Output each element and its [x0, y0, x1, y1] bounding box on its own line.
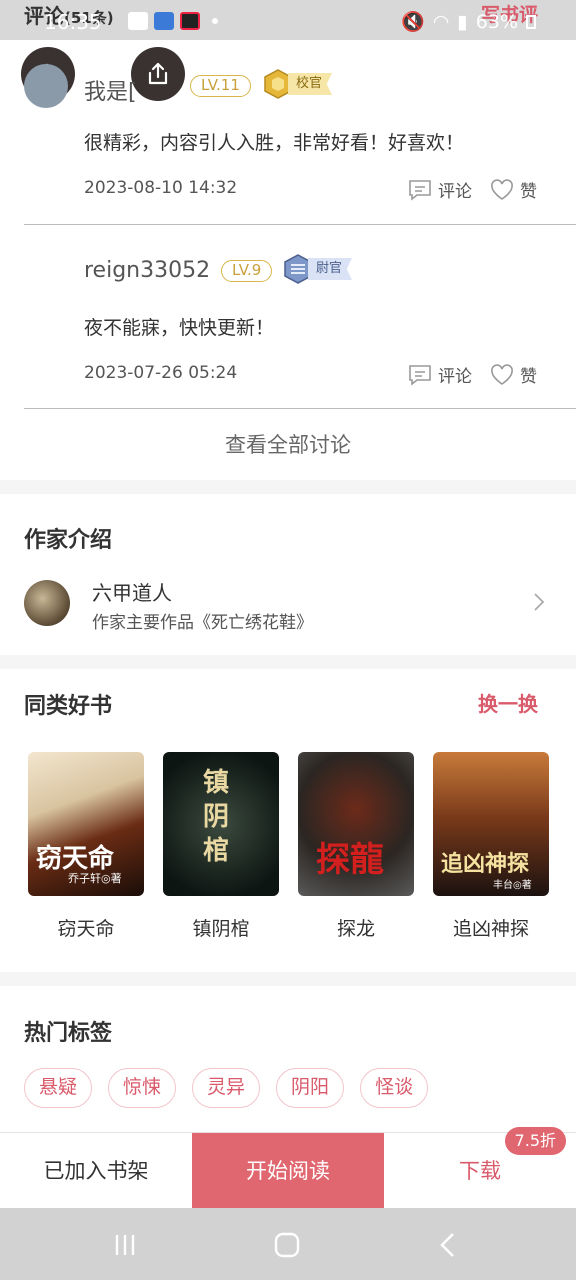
back-nav-icon[interactable]	[436, 1231, 460, 1259]
cover-title: 探龍	[316, 840, 384, 880]
video-notification-icon	[180, 12, 200, 30]
rank-label: 校官	[288, 73, 333, 95]
rank-label: 尉官	[308, 258, 353, 280]
battery-icon	[526, 14, 536, 29]
recent-apps-icon[interactable]	[112, 1232, 138, 1258]
level-badge: LV.9	[221, 260, 273, 282]
author-works: 作家主要作品《死亡绣花鞋》	[92, 613, 313, 633]
download-label: 下载	[459, 1159, 501, 1183]
comment-text: 夜不能寐，快快更新！	[84, 317, 275, 339]
cover-author: 丰台◎著	[493, 880, 532, 891]
book-title: 镇阴棺	[192, 918, 250, 940]
section-gap	[0, 480, 576, 494]
heart-icon	[491, 178, 513, 200]
author-avatar	[24, 580, 70, 626]
hot-tags-title: 热门标签	[24, 1021, 113, 1046]
book-card[interactable]: 探龍 探龙	[298, 752, 414, 941]
battery-level: 63%	[475, 10, 518, 33]
app-notification-icon	[154, 12, 174, 30]
divider	[24, 408, 576, 409]
like-button[interactable]: 赞	[490, 177, 537, 202]
book-cover: 窃天命 乔子轩◎著	[28, 752, 144, 896]
status-bar: 评论(51条) 写书评 16:35 🔇 ◠ ▮ 63%	[0, 0, 576, 40]
section-gap	[0, 655, 576, 669]
book-cover: 探龍	[298, 752, 414, 896]
notification-icons	[128, 12, 218, 30]
like-button[interactable]: 赞	[490, 362, 537, 387]
mute-icon: 🔇	[401, 11, 425, 33]
status-time: 16:35	[44, 10, 102, 34]
share-icon	[148, 62, 168, 85]
section-gap	[0, 972, 576, 986]
comment-username[interactable]: reign33052	[84, 258, 210, 283]
book-cover: 追凶神探 丰台◎著	[433, 752, 549, 896]
status-right: 🔇 ◠ ▮ 63%	[401, 10, 536, 33]
book-card[interactable]: 窃天命 乔子轩◎著 窃天命	[28, 752, 144, 941]
gallery-icon	[128, 12, 148, 30]
reply-button[interactable]: 评论	[408, 177, 472, 202]
author-section-title: 作家介绍	[24, 528, 113, 553]
bottom-action-bar: 已加入书架 开始阅读 下载 7.5折	[0, 1127, 576, 1209]
reply-label: 评论	[438, 182, 472, 202]
start-reading-button[interactable]: 开始阅读	[192, 1133, 384, 1209]
comment-username[interactable]: 我是[	[84, 74, 137, 106]
book-cover: 镇阴棺	[163, 752, 279, 896]
rank-badge: 校官	[262, 69, 333, 99]
chevron-right-icon	[534, 593, 545, 611]
book-title: 窃天命	[57, 918, 115, 940]
reply-label: 评论	[438, 367, 472, 387]
cover-author: 乔子轩◎著	[68, 872, 122, 885]
swap-button[interactable]: 换一换	[478, 688, 538, 717]
book-title: 探龙	[336, 918, 375, 940]
comment-icon	[409, 364, 431, 386]
like-label: 赞	[520, 367, 537, 387]
reply-button[interactable]: 评论	[408, 362, 472, 387]
added-to-shelf-button[interactable]: 已加入书架	[0, 1133, 192, 1209]
similar-books-title: 同类好书	[24, 694, 113, 719]
heart-icon	[491, 363, 513, 385]
home-icon[interactable]	[273, 1231, 301, 1259]
system-nav-bar	[0, 1208, 576, 1280]
comment-text: 很精彩，内容引人入胜，非常好看！好喜欢！	[84, 132, 465, 154]
dot-icon	[212, 18, 218, 24]
book-card[interactable]: 镇阴棺 镇阴棺	[163, 752, 279, 941]
tag-pill[interactable]: 惊悚	[108, 1068, 177, 1108]
author-name: 六甲道人	[92, 581, 172, 605]
wifi-icon: ◠	[432, 10, 450, 33]
like-label: 赞	[520, 182, 537, 202]
rank-badge: 尉官	[282, 254, 353, 284]
signal-icon: ▮	[457, 10, 468, 33]
share-button[interactable]	[131, 47, 185, 101]
comment-icon	[409, 179, 431, 201]
level-badge: LV.11	[190, 75, 251, 97]
book-card[interactable]: 追凶神探 丰台◎著 追凶神探	[433, 752, 549, 941]
tag-pill[interactable]: 阴阳	[276, 1068, 345, 1108]
comment-time: 2023-07-26 05:24	[84, 363, 238, 383]
discount-badge: 7.5折	[504, 1127, 566, 1155]
view-all-discussions-button[interactable]: 查看全部讨论	[0, 410, 576, 480]
tag-list: 悬疑 惊悚 灵异 阴阳 怪谈	[24, 1068, 429, 1108]
tag-pill[interactable]: 悬疑	[24, 1068, 93, 1108]
comment-time: 2023-08-10 14:32	[84, 178, 238, 198]
download-button[interactable]: 下载 7.5折	[384, 1127, 576, 1209]
divider	[24, 224, 576, 225]
tag-pill[interactable]: 怪谈	[360, 1068, 429, 1108]
book-title: 追凶神探	[452, 918, 529, 940]
avatar[interactable]	[24, 64, 68, 108]
tag-pill[interactable]: 灵异	[192, 1068, 261, 1108]
cover-title: 追凶神探	[441, 851, 530, 877]
cover-title: 镇阴棺	[203, 768, 230, 866]
